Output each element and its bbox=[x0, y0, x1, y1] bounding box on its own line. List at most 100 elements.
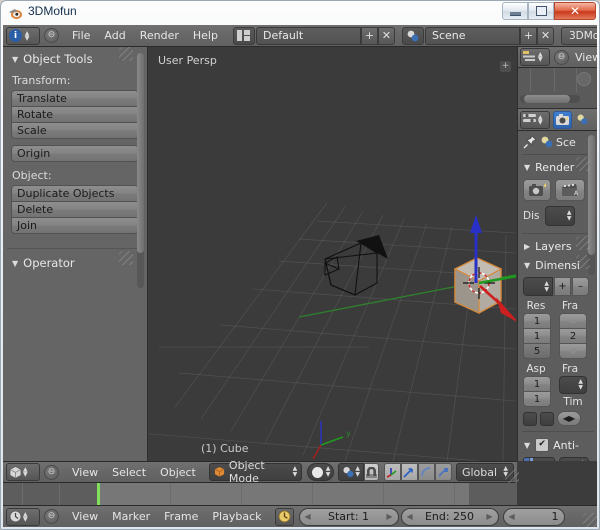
arrow-right-icon[interactable]: ▶ bbox=[486, 512, 492, 521]
transform-orientation-dropdown[interactable]: Global ▲▼ bbox=[456, 463, 514, 481]
scene-icon[interactable] bbox=[540, 136, 554, 148]
view3d-menu-select[interactable]: Select bbox=[105, 466, 153, 479]
screen-delete-button[interactable]: ✕ bbox=[378, 27, 395, 45]
time-remap-stepper[interactable]: ◀▶ bbox=[557, 411, 581, 426]
pivot-point-dropdown[interactable]: ▲▼ bbox=[338, 463, 364, 481]
snap-magnet-icon bbox=[365, 467, 378, 478]
resolution-y-field[interactable]: 1 bbox=[523, 328, 551, 344]
resolution-x-field[interactable]: 1 bbox=[523, 313, 551, 329]
panel-header-antialiasing[interactable]: ▼ ✔ Anti- bbox=[518, 435, 597, 455]
scene-field[interactable]: Scene bbox=[425, 27, 520, 45]
panel-header-layers[interactable]: ▶ Layers bbox=[518, 237, 597, 256]
timeline-menu-playback[interactable]: Playback bbox=[205, 510, 268, 523]
menu-render[interactable]: Render bbox=[133, 29, 186, 42]
scene-add-button[interactable]: + bbox=[520, 27, 537, 45]
scale-manipulator-button[interactable] bbox=[435, 463, 452, 481]
aa-samples-field[interactable]: 11 bbox=[523, 457, 555, 461]
frame-start-field[interactable]: ◂▸ bbox=[559, 313, 587, 329]
scale-button[interactable]: Scale bbox=[11, 122, 139, 139]
frame-start-field[interactable]: ◀ Start: 1 ▶ bbox=[299, 508, 399, 526]
minimize-button[interactable] bbox=[502, 2, 528, 20]
view3d-collapse-menu-icon[interactable]: ⊖ bbox=[44, 465, 59, 480]
viewport-canvas[interactable]: y bbox=[149, 47, 516, 461]
editor-type-selector-timeline[interactable]: ▲▼ bbox=[6, 508, 40, 526]
menu-help[interactable]: Help bbox=[186, 29, 225, 42]
display-mode-dropdown[interactable]: ▲▼ bbox=[545, 206, 575, 226]
frame-step-field[interactable]: ● bbox=[559, 343, 587, 359]
rotate-button[interactable]: Rotate bbox=[11, 106, 139, 123]
interaction-mode-dropdown[interactable]: Object Mode ▲▼ bbox=[209, 463, 302, 481]
outliner-scrollbar[interactable] bbox=[520, 95, 580, 103]
timeline-menu-view[interactable]: View bbox=[65, 510, 105, 523]
maximize-button[interactable] bbox=[528, 2, 554, 20]
frame-rate-dropdown[interactable]: ▲▼ bbox=[559, 376, 587, 394]
viewport-toolshelf-expand-icon[interactable]: + bbox=[500, 61, 511, 72]
resolution-percent-field[interactable]: 5 bbox=[523, 343, 551, 359]
scene-delete-button[interactable]: ✕ bbox=[537, 27, 554, 45]
panel-header-operator[interactable]: ▼ Operator bbox=[3, 251, 147, 274]
manipulator-toggle-button[interactable] bbox=[384, 463, 401, 481]
antialiasing-checkbox[interactable]: ✔ bbox=[535, 438, 549, 452]
screen-layout-icon[interactable] bbox=[233, 27, 255, 45]
arrow-left-icon[interactable]: ◀ bbox=[509, 512, 515, 521]
menu-add[interactable]: Add bbox=[97, 29, 132, 42]
outliner-body[interactable] bbox=[518, 68, 597, 109]
aspect-x-field[interactable]: 1 bbox=[523, 376, 551, 392]
pin-icon[interactable] bbox=[523, 135, 537, 149]
editor-type-selector-view3d[interactable]: ▲▼ bbox=[6, 463, 40, 481]
delete-button[interactable]: Delete bbox=[11, 201, 139, 218]
render-tab[interactable] bbox=[553, 111, 572, 129]
time-remap-new-field[interactable] bbox=[540, 412, 554, 426]
translate-button[interactable]: Translate bbox=[11, 90, 139, 107]
frame-end-field[interactable]: 2 bbox=[559, 328, 587, 344]
panel-header-dimensions[interactable]: ▼ Dimensi bbox=[518, 256, 597, 275]
outliner-collapse-menu-icon[interactable]: ⊖ bbox=[554, 50, 569, 65]
triangle-down-icon: ▼ bbox=[524, 261, 530, 270]
menu-file[interactable]: File bbox=[65, 29, 97, 42]
render-image-button[interactable] bbox=[523, 179, 551, 201]
timeline-collapse-menu-icon[interactable]: ⊖ bbox=[44, 509, 59, 524]
panel-title-layers: Layers bbox=[535, 240, 571, 253]
time-remap-old-field[interactable] bbox=[523, 412, 537, 426]
area-corner-grip[interactable] bbox=[583, 513, 597, 527]
arrow-right-icon[interactable]: ▶ bbox=[386, 512, 392, 521]
preset-dropdown[interactable]: ▲▼ bbox=[523, 277, 553, 296]
aspect-y-field[interactable]: 1 bbox=[523, 391, 551, 407]
scene-icon[interactable] bbox=[402, 27, 424, 45]
render-animation-button[interactable]: A bbox=[555, 179, 585, 201]
join-button[interactable]: Join bbox=[11, 217, 139, 234]
scene-tab[interactable] bbox=[574, 111, 591, 129]
timeline-menu-marker[interactable]: Marker bbox=[105, 510, 157, 523]
rotate-manipulator-icon bbox=[420, 466, 432, 478]
chevron-updown-icon: ▲▼ bbox=[293, 466, 298, 478]
viewport-shading-dropdown[interactable]: ▲▼ bbox=[307, 463, 334, 481]
3d-viewport[interactable]: y User Persp (1) Cube + bbox=[149, 47, 516, 461]
translate-manipulator-button[interactable] bbox=[401, 463, 418, 481]
origin-button[interactable]: Origin bbox=[11, 145, 139, 162]
rotate-manipulator-button[interactable] bbox=[418, 463, 435, 481]
timeline-menu-frame[interactable]: Frame bbox=[157, 510, 205, 523]
preset-add-button[interactable]: + bbox=[554, 277, 571, 296]
info-collapse-menu-icon[interactable]: ⊖ bbox=[44, 28, 59, 43]
view3d-menu-object[interactable]: Object bbox=[153, 466, 203, 479]
outliner-menu-view[interactable]: View bbox=[573, 51, 597, 64]
panel-header-render[interactable]: ▼ Render bbox=[518, 158, 597, 177]
current-frame-field[interactable]: ◀ 1 bbox=[503, 508, 565, 526]
sync-mode-button[interactable] bbox=[275, 508, 294, 526]
duplicate-objects-button[interactable]: Duplicate Objects bbox=[11, 185, 139, 202]
preset-remove-button[interactable]: – bbox=[572, 277, 589, 296]
panel-header-object-tools[interactable]: ▼ Object Tools bbox=[3, 47, 147, 70]
editor-type-selector-info[interactable]: i ▲▼ bbox=[6, 27, 40, 45]
outliner-restrict-toggle-icon[interactable] bbox=[577, 72, 591, 86]
aa-filter-dropdown[interactable]: ▲▼ bbox=[559, 457, 589, 461]
view3d-menu-view[interactable]: View bbox=[65, 466, 105, 479]
arrow-left-icon[interactable]: ◀ bbox=[407, 512, 413, 521]
frame-end-field[interactable]: ◀ End: 250 ▶ bbox=[401, 508, 499, 526]
editor-type-selector-outliner[interactable]: ▲▼ bbox=[520, 48, 550, 66]
close-button[interactable]: ✕ bbox=[554, 2, 596, 20]
screen-layout-field[interactable]: Default bbox=[256, 27, 361, 45]
snap-magnet-toggle[interactable] bbox=[364, 463, 379, 481]
screen-add-button[interactable]: + bbox=[361, 27, 378, 45]
editor-type-selector-properties[interactable]: ▲▼ bbox=[520, 111, 550, 129]
arrow-left-icon[interactable]: ◀ bbox=[305, 512, 311, 521]
